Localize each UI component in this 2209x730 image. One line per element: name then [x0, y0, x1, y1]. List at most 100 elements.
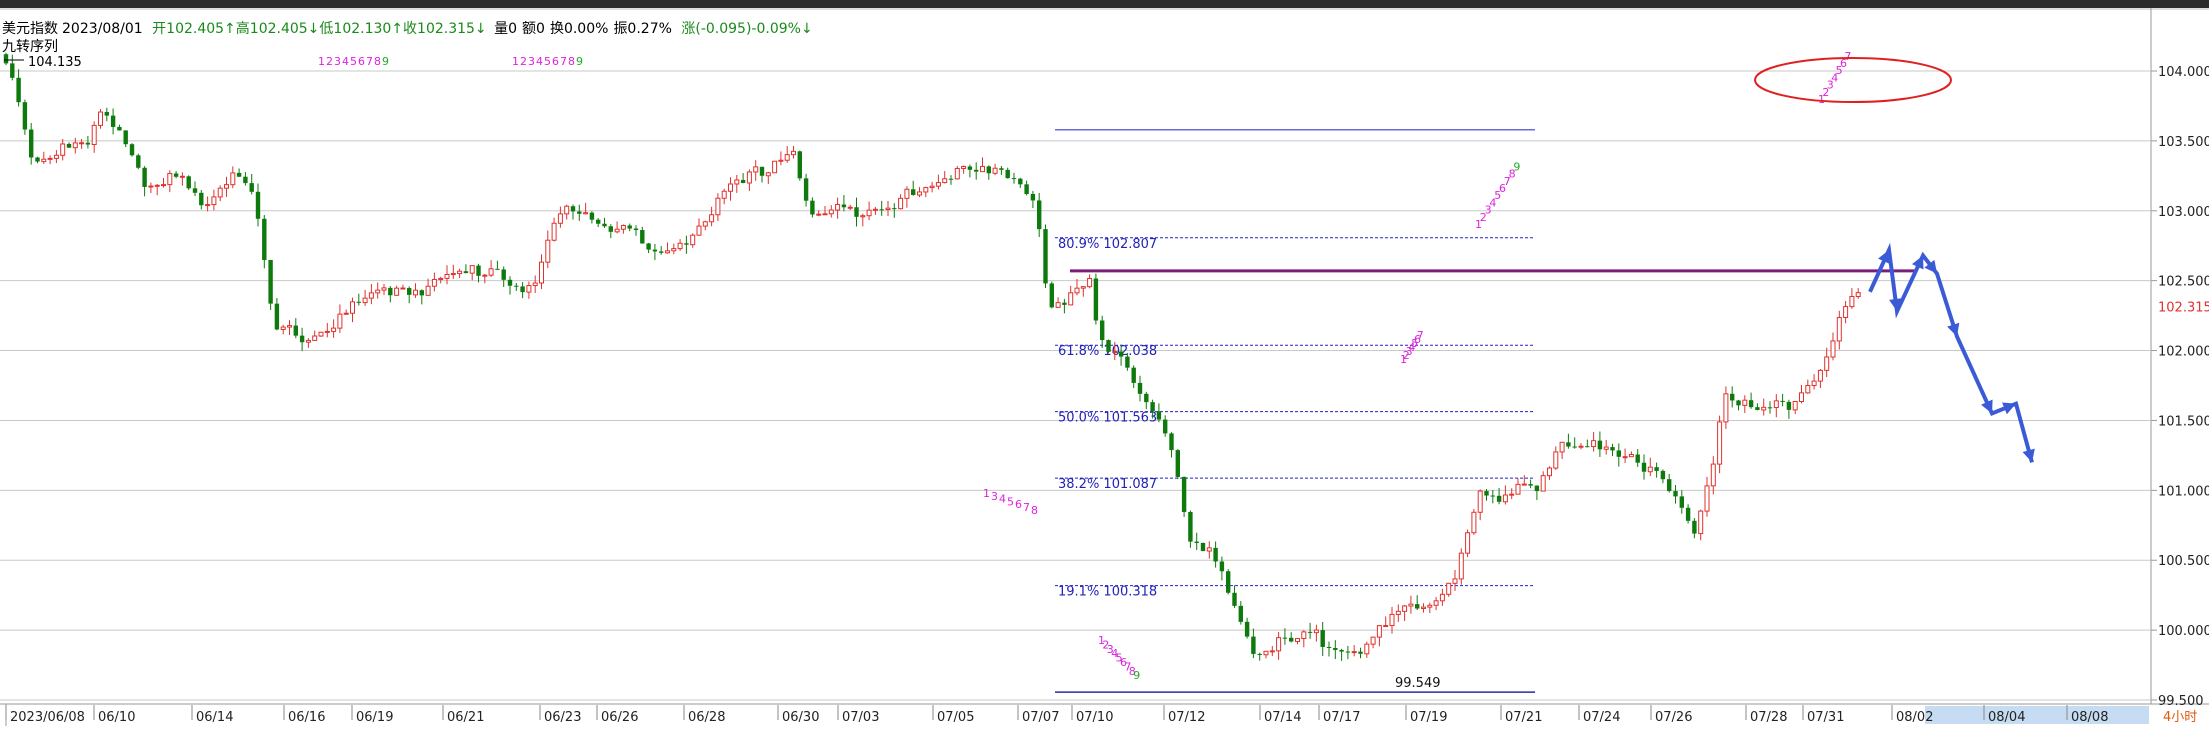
candle-body-down	[1660, 470, 1666, 480]
candle-body-down	[1011, 178, 1017, 180]
td-sequence-digit: 8	[1031, 504, 1038, 517]
td-sequence-digit: 4	[536, 55, 543, 68]
candle-body-up	[287, 325, 292, 328]
candle-body-down	[1150, 402, 1155, 412]
candle-body-down	[1585, 446, 1590, 448]
candle-body-up	[72, 142, 78, 149]
candle-body-down	[1125, 356, 1130, 368]
candle-body-up	[929, 185, 935, 189]
candle-body-up	[1710, 463, 1716, 487]
candle-body-down	[1730, 393, 1735, 401]
td-sequence-digit: 6	[552, 55, 559, 68]
candle-body-down	[142, 167, 147, 187]
candle-body-down	[1333, 647, 1338, 650]
td-sequence-digit: 5	[350, 55, 357, 68]
candle-body-up	[1080, 286, 1086, 289]
time-tick-label: 06/21	[447, 710, 484, 725]
candle-body-down	[407, 288, 412, 295]
candle-body-down	[192, 188, 198, 193]
candle-body-down	[1213, 547, 1218, 562]
candle-body-up	[41, 158, 47, 163]
candle-body-up	[709, 214, 715, 223]
candle-body-down	[1226, 571, 1231, 593]
candle-body-down	[249, 183, 254, 192]
candle-body-down	[854, 207, 859, 217]
time-tick-label: 08/08	[2071, 710, 2108, 725]
candle-body-up	[343, 312, 349, 315]
td-sequence-digit: 9	[1513, 160, 1520, 173]
highlight-ellipse	[1754, 57, 1952, 103]
time-tick-label: 07/31	[1807, 710, 1844, 725]
candle-body-up	[1817, 369, 1823, 382]
candle-body-up	[1433, 600, 1439, 606]
candle-body-up	[1295, 638, 1300, 642]
candle-body-down	[1232, 592, 1237, 606]
candle-body-down	[797, 151, 802, 179]
candle-body-down	[419, 290, 424, 296]
candle-body-down	[1049, 283, 1054, 308]
candle-body-up	[992, 167, 998, 174]
candle-body-down	[255, 191, 261, 219]
price-axis: 104.000 103.500 103.000 102.500 102.000 101.5…	[2151, 65, 2209, 709]
candle-body-down	[1289, 637, 1294, 642]
td-sequence-digit: 3	[991, 490, 998, 503]
candle-body-down	[974, 169, 979, 172]
candle-body-down	[1175, 450, 1180, 477]
time-axis[interactable]: 2023/06/08 06/10 06/14 06/16 06/19 06/21 06/23…	[5, 705, 2149, 725]
candle-body-down	[1345, 651, 1351, 653]
time-tick-label: 06/30	[782, 710, 819, 725]
candle-body-down	[1528, 484, 1533, 486]
chart-area[interactable]: 104.000 103.500 103.000 102.500 102.000 101.5…	[0, 8, 2209, 726]
candle-body-up	[923, 187, 929, 193]
fib-level-label: 38.2% 101.087	[1058, 477, 1157, 492]
candle-body-up	[734, 179, 740, 185]
candle-body-up	[772, 160, 778, 174]
candle-body-down	[589, 212, 595, 220]
candle-body-down	[1163, 419, 1168, 434]
timeframe-label[interactable]: 4小时	[2163, 710, 2197, 725]
candle-body-up	[1421, 606, 1426, 610]
candle-body-up	[1502, 494, 1508, 503]
candle-body-down	[1736, 400, 1741, 406]
candle-body-up	[1477, 490, 1483, 513]
candle-body-up	[444, 274, 450, 279]
candle-body-down	[495, 268, 500, 270]
candle-body-down	[1616, 450, 1621, 457]
candle-body-down	[123, 130, 128, 145]
candle-body-up	[872, 208, 878, 211]
candle-body-up	[784, 154, 790, 161]
candle-body-down	[986, 166, 991, 174]
candle-body-down	[299, 335, 305, 343]
candle-body-down	[1641, 462, 1647, 472]
candle-body-up	[47, 157, 53, 160]
td-sequence-digit: 7	[366, 55, 373, 68]
candle-body-down	[608, 226, 613, 232]
candle-body-down	[1181, 476, 1187, 512]
candle-body-up	[91, 124, 97, 146]
candle-body-up	[324, 330, 330, 333]
price-tick-label: 99.500	[2158, 694, 2204, 709]
current-price-label: 102.315	[2158, 301, 2209, 316]
candle-body-up	[205, 204, 211, 207]
candle-body-up	[425, 285, 431, 296]
candle-body-down	[841, 204, 847, 208]
td-sequence-digit: 7	[560, 55, 567, 68]
candle-body-up	[1313, 629, 1319, 634]
candle-body-up	[1723, 393, 1729, 423]
candle-body-down	[740, 179, 746, 183]
time-tick-label: 06/26	[601, 710, 638, 725]
candle-body-down	[1188, 511, 1193, 542]
time-tick-label: 07/05	[937, 710, 974, 725]
td-sequence-digit: 4	[999, 493, 1006, 506]
candle-body-down	[879, 209, 884, 211]
candle-body-up	[1389, 613, 1395, 627]
candle-body-up	[1068, 292, 1074, 306]
candle-body-down	[110, 115, 116, 127]
candle-body-up	[1276, 637, 1282, 652]
price-tick-label: 103.500	[2158, 135, 2209, 150]
candlestick-chart[interactable]: 104.000 103.500 103.000 102.500 102.000 101.5…	[0, 8, 2209, 726]
candle-body-up	[413, 289, 418, 296]
candle-body-down	[596, 219, 601, 224]
candle-body-down	[1030, 194, 1036, 201]
candle-body-down	[85, 142, 91, 145]
